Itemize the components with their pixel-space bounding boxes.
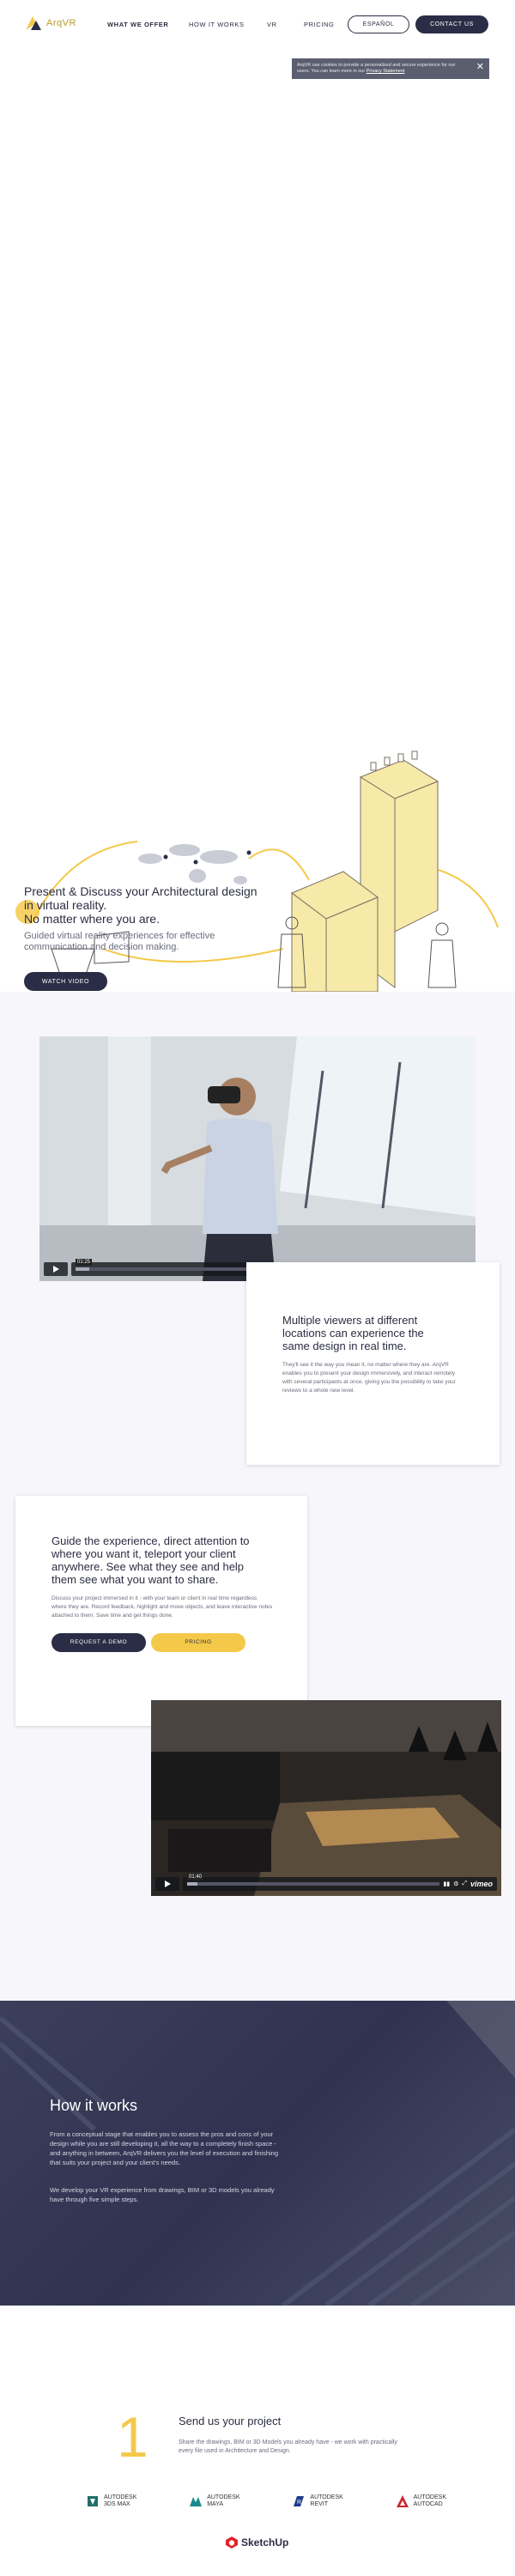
software-logos: AUTODESK 3DS MAX AUTODESK MAYA R AUTODESK R… — [86, 2494, 446, 2508]
card-title-line: same design in real time. — [282, 1340, 407, 1352]
language-button[interactable]: ESPAÑOL — [348, 15, 409, 33]
video-time: 01:40 — [187, 1874, 204, 1880]
video-progress-bar[interactable]: 01:40 ▮▮ ⚙ ⤢ vimeo — [183, 1874, 497, 1891]
video-time: 01:25 — [76, 1259, 93, 1266]
card-title: Guide the experience, direct attention t… — [52, 1534, 273, 1586]
feature-card-multiple-viewers: Multiple viewers at different locations … — [246, 1262, 500, 1465]
brand-sketchup: SketchUp — [225, 2536, 288, 2549]
how-text: From a conceptual stage that enables you… — [50, 2130, 279, 2166]
video-progress — [187, 1882, 197, 1886]
video-controls-2: 01:40 ▮▮ ⚙ ⤢ vimeo — [155, 1874, 497, 1891]
video-player-1[interactable]: 01:25 ▮▮ ⚙ ⤢ vimeo — [39, 1036, 476, 1281]
hero-subtitle: Guided virtual reality experiences for e… — [24, 931, 282, 953]
feature-card-guide: Guide the experience, direct attention t… — [15, 1496, 307, 1726]
brand-line: AUTODESK — [104, 2494, 137, 2500]
sketchup-icon — [226, 2537, 238, 2549]
request-demo-button[interactable]: REQUEST A DEMO — [52, 1632, 146, 1652]
play-icon[interactable] — [44, 1262, 68, 1276]
video-player-2[interactable]: 01:40 ▮▮ ⚙ ⤢ vimeo — [151, 1700, 501, 1896]
hero-subtitle-line: Guided virtual reality experiences for e… — [24, 931, 215, 941]
logo[interactable]: ArqVR — [24, 15, 76, 31]
sketchup-label: SketchUp — [241, 2537, 289, 2549]
pricing-button[interactable]: PRICING — [151, 1632, 245, 1652]
card-title: Multiple viewers at different locations … — [282, 1314, 465, 1352]
maya-icon — [190, 2497, 203, 2506]
video-frame-1 — [39, 1036, 476, 1281]
logo-icon — [26, 16, 41, 30]
nav-link-what-we-offer[interactable]: WHAT WE OFFER — [107, 21, 168, 28]
hero-subtitle-line: communication and decision making. — [24, 942, 179, 952]
3ds-max-icon — [88, 2496, 98, 2506]
brand-revit: R AUTODESK REVIT — [292, 2494, 343, 2508]
hero-text: Present & Discuss your Architectural des… — [24, 884, 282, 953]
svg-text:R: R — [297, 2500, 301, 2506]
hero-title-line: No matter where you are. — [24, 912, 160, 926]
brand-line: AUTODESK — [310, 2494, 343, 2500]
brand-line: AUTODESK — [207, 2494, 240, 2500]
brand-label: AUTODESK AUTOCAD — [414, 2494, 446, 2508]
brand-line: 3DS MAX — [104, 2501, 130, 2507]
card-title-line: where you want it, teleport your client — [52, 1547, 236, 1560]
nav-link-pricing[interactable]: PRICING — [304, 21, 334, 28]
card-text: They'll see it the way you mean it, no m… — [282, 1362, 456, 1394]
gear-icon[interactable]: ⚙ — [453, 1880, 458, 1887]
card-title-line: locations can experience the — [282, 1327, 424, 1340]
revit-icon: R — [294, 2496, 305, 2506]
card-title-line: Guide the experience, direct attention t… — [52, 1534, 250, 1547]
step-text: Share the drawings, BIM or 3D Models you… — [179, 2439, 397, 2454]
play-icon[interactable] — [155, 1877, 179, 1891]
card-title-line: Multiple viewers at different — [282, 1314, 418, 1327]
logo-text: ArqVR — [46, 18, 76, 28]
brand-line: REVIT — [310, 2501, 329, 2507]
top-nav: ArqVR WHAT WE OFFER HOW IT WORKS VR PRIC… — [0, 0, 515, 48]
brand-line: AUTODESK — [413, 2494, 446, 2500]
brand-maya: AUTODESK MAYA — [189, 2494, 240, 2508]
brand-label: AUTODESK 3DS MAX — [104, 2494, 136, 2508]
volume-icon[interactable]: ▮▮ — [443, 1880, 450, 1887]
brand-label: AUTODESK MAYA — [207, 2494, 239, 2508]
video-progress — [76, 1267, 89, 1271]
card-text: Discuss your project immersed in it - wi… — [52, 1595, 273, 1619]
hero-title-line: in virtual reality. — [24, 898, 107, 912]
video-track[interactable]: 01:40 — [187, 1874, 440, 1886]
hero-title-line: Present & Discuss your Architectural des… — [24, 884, 258, 898]
nav-link-vr[interactable]: VR — [267, 21, 277, 28]
step-title: Send us your project — [179, 2415, 282, 2427]
nav-link-how-it-works[interactable]: HOW IT WORKS — [189, 21, 245, 28]
watch-video-button[interactable]: WATCH VIDEO — [24, 972, 107, 991]
video-frame-2 — [151, 1700, 501, 1896]
close-icon[interactable]: ✕ — [476, 63, 484, 72]
hero-title: Present & Discuss your Architectural des… — [24, 884, 282, 926]
brand-line: MAYA — [207, 2501, 224, 2507]
brand-line: AUTOCAD — [413, 2501, 443, 2507]
contact-button[interactable]: CONTACT US — [415, 15, 488, 33]
privacy-link[interactable]: Privacy Statement — [367, 69, 405, 74]
how-text-2: We develop your VR experience from drawi… — [50, 2186, 275, 2203]
how-title: How it works — [50, 2097, 138, 2114]
step-number: 1 — [117, 2405, 148, 2469]
fullscreen-icon[interactable]: ⤢ — [462, 1880, 467, 1887]
cookie-banner: ArqVR use cookies to provide a personali… — [292, 58, 489, 79]
card-title-line: anywhere. See what they see and help — [52, 1560, 245, 1573]
how-it-works-section: How it works From a conceptual stage tha… — [0, 2001, 515, 2306]
autocad-icon — [396, 2495, 409, 2507]
brand-autocad: AUTODESK AUTOCAD — [396, 2494, 446, 2508]
card-actions: REQUEST A DEMO PRICING — [52, 1632, 273, 1652]
brand-3ds-max: AUTODESK 3DS MAX — [86, 2494, 136, 2508]
card-title-line: them see what you want to share. — [52, 1573, 219, 1586]
brand-label: AUTODESK REVIT — [310, 2494, 342, 2508]
vimeo-logo[interactable]: vimeo — [470, 1880, 493, 1888]
